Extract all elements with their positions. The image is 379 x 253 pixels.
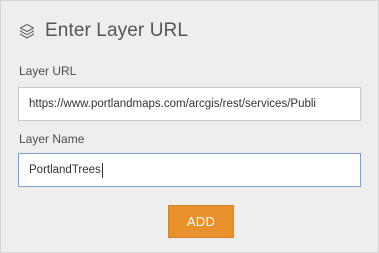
layer-url-value: https://www.portlandmaps.com/arcgis/rest… [29,98,316,110]
layer-name-input[interactable]: PortlandTrees [18,153,361,187]
layers-icon [18,23,35,40]
layer-name-value: PortlandTrees [29,164,101,176]
panel-title: Enter Layer URL [45,20,189,41]
layer-url-input[interactable]: https://www.portlandmaps.com/arcgis/rest… [18,87,361,121]
text-cursor [101,162,103,178]
add-button[interactable]: ADD [168,205,234,238]
add-layer-panel: Enter Layer URL Layer URL https://www.po… [0,0,379,253]
layer-url-label: Layer URL [19,64,77,78]
layer-name-label: Layer Name [19,132,85,146]
panel-header: Enter Layer URL [18,18,188,44]
